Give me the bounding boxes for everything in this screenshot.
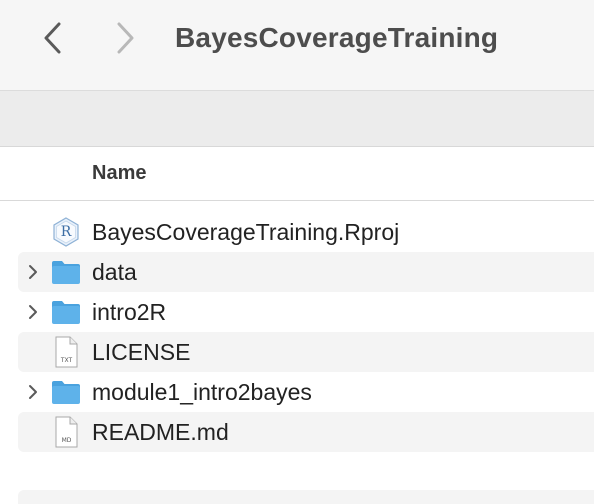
file-list: R BayesCoverageTraining.Rproj data intro…: [0, 212, 594, 452]
chevron-right-icon: [117, 22, 134, 54]
finder-window: BayesCoverageTraining Name R BayesCovera…: [0, 0, 594, 504]
folder-icon: [50, 256, 82, 288]
file-name: module1_intro2bayes: [92, 379, 312, 405]
list-item[interactable]: intro2R: [18, 292, 594, 332]
folder-icon: [50, 296, 82, 328]
column-header: Name: [0, 147, 594, 201]
folder-icon: [50, 376, 82, 408]
list-item[interactable]: R BayesCoverageTraining.Rproj: [18, 212, 594, 252]
disclosure-triangle[interactable]: [26, 263, 40, 281]
file-name: LICENSE: [92, 339, 191, 365]
toolbar-strip: [0, 91, 594, 147]
disclosure-triangle[interactable]: [26, 383, 40, 401]
file-name: BayesCoverageTraining.Rproj: [92, 219, 400, 245]
text-file-icon: TXT: [50, 336, 82, 368]
r-project-icon: R: [50, 216, 82, 248]
chevron-right-icon: [29, 265, 37, 279]
svg-text:TXT: TXT: [60, 357, 73, 364]
file-name: intro2R: [92, 299, 167, 325]
empty-row: [18, 490, 594, 504]
svg-text:R: R: [61, 224, 72, 240]
forward-button[interactable]: [110, 20, 140, 56]
list-item[interactable]: data: [18, 252, 594, 292]
disclosure-triangle[interactable]: [26, 303, 40, 321]
file-name: data: [92, 259, 137, 285]
chevron-right-icon: [29, 385, 37, 399]
markdown-file-icon: MD: [50, 416, 82, 448]
list-item[interactable]: MD README.md: [18, 412, 594, 452]
list-item[interactable]: module1_intro2bayes: [18, 372, 594, 412]
chevron-left-icon: [44, 22, 61, 54]
chevron-right-icon: [29, 305, 37, 319]
svg-text:MD: MD: [62, 437, 72, 444]
list-item[interactable]: TXT LICENSE: [18, 332, 594, 372]
name-column-header[interactable]: Name: [92, 161, 146, 185]
window-title: BayesCoverageTraining: [175, 22, 499, 53]
toolbar: BayesCoverageTraining: [0, 0, 594, 91]
file-name: README.md: [92, 419, 229, 445]
back-button[interactable]: [38, 20, 68, 56]
